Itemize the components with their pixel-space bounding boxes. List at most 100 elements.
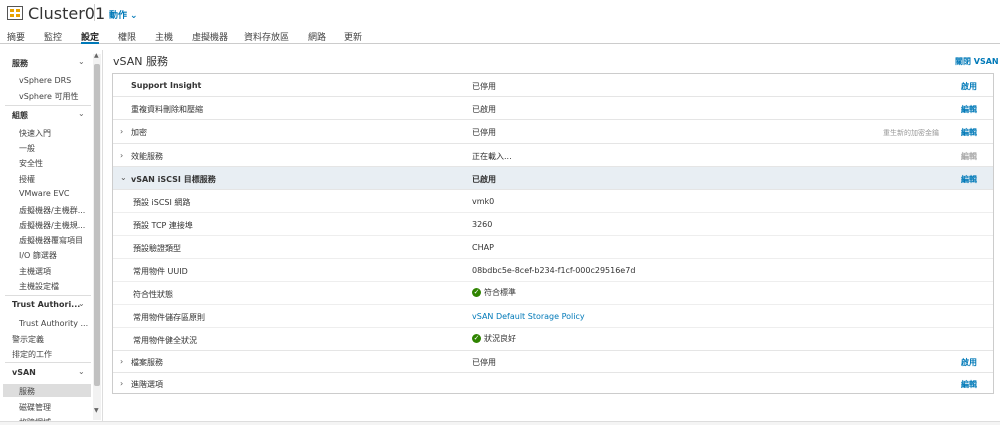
sidebar-item-disk-management[interactable]: 磁碟管理 [19, 402, 51, 413]
header-divider [94, 4, 95, 21]
scroll-down-icon[interactable]: ▼ [94, 407, 99, 414]
chevron-right-icon[interactable]: › [120, 379, 123, 388]
rekey-hint[interactable]: 重生新的加密金鑰 [883, 128, 939, 138]
sidebar-item-vm-host-rules[interactable]: 虛擬機器/主機規... [19, 220, 85, 231]
row-name: vSAN iSCSI 目標服務 [131, 175, 216, 184]
chevron-down-icon[interactable]: ⌄ [120, 173, 127, 182]
storage-policy-link[interactable]: vSAN Default Storage Policy [472, 312, 585, 321]
chevron-down-icon[interactable]: ⌄ [78, 57, 85, 66]
chevron-down-icon[interactable]: ⌄ [78, 299, 85, 308]
detail-label: 符合性狀態 [133, 290, 173, 299]
sidebar-item-host-profile[interactable]: 主機設定檔 [19, 281, 59, 292]
table-row: 重複資料刪除和壓縮 已啟用 編輯 [113, 97, 993, 120]
detail-row: 預設驗證類型 CHAP [113, 236, 993, 259]
sidebar-group-trust-authority[interactable]: Trust Authori... [12, 300, 80, 309]
detail-row: 預設 TCP 連接埠 3260 [113, 213, 993, 236]
row-status: 正在載入... [472, 152, 512, 161]
enable-button[interactable]: 啟用 [961, 357, 977, 368]
sidebar-item-scheduled-tasks[interactable]: 排定的工作 [12, 349, 52, 360]
edit-button[interactable]: 編輯 [961, 174, 977, 185]
edit-button[interactable]: 編輯 [961, 379, 977, 390]
sidebar-divider [5, 295, 91, 296]
sidebar-item-io-filters[interactable]: I/O 篩選器 [19, 250, 57, 261]
cluster-icon [7, 6, 23, 20]
vsan-services-table: Support Insight 已停用 啟用 重複資料刪除和壓縮 已啟用 編輯 … [112, 73, 994, 394]
table-row: › 檔案服務 已停用 啟用 [113, 351, 993, 373]
table-row: › 加密 已停用 重生新的加密金鑰 編輯 [113, 120, 993, 144]
table-row: › 進階選項 編輯 [113, 373, 993, 394]
sidebar-item-trust-authority[interactable]: Trust Authority ... [19, 319, 88, 328]
check-circle-icon: ✓ [472, 334, 481, 343]
enable-button[interactable]: 啟用 [961, 81, 977, 92]
tab-monitor[interactable]: 監控 [44, 30, 62, 44]
detail-value: CHAP [472, 243, 494, 252]
detail-row: 符合性狀態 ✓ 符合標準 [113, 282, 993, 305]
detail-row: 常用物件健全狀況 ✓ 狀況良好 [113, 328, 993, 351]
tab-summary[interactable]: 摘要 [7, 30, 25, 44]
detail-value: ✓ 狀況良好 [472, 333, 516, 344]
chevron-right-icon[interactable]: › [120, 357, 123, 366]
sidebar-group-configuration[interactable]: 組態 [12, 110, 28, 121]
sidebar-divider [5, 105, 91, 106]
sidebar-scrollbar[interactable] [93, 54, 101, 420]
sidebar-item-host-options[interactable]: 主機選項 [19, 266, 51, 277]
detail-row: 常用物件儲存區原則 vSAN Default Storage Policy [113, 305, 993, 328]
detail-label: 預設 iSCSI 網路 [133, 198, 191, 207]
tab-networks[interactable]: 網路 [308, 30, 326, 44]
table-row: Support Insight 已停用 啟用 [113, 74, 993, 97]
scrollbar-thumb[interactable] [94, 64, 100, 386]
chevron-down-icon: ⌄ [130, 11, 138, 21]
edit-button-disabled: 編輯 [961, 152, 977, 161]
detail-value: vmk0 [472, 197, 495, 206]
sidebar-item-vsan-services[interactable]: 服務 [19, 386, 35, 397]
check-circle-icon: ✓ [472, 288, 481, 297]
sidebar-item-ha[interactable]: vSphere 可用性 [19, 91, 78, 102]
sidebar-group-vsan[interactable]: vSAN [12, 368, 36, 377]
detail-row: 預設 iSCSI 網路 vmk0 [113, 190, 993, 213]
sidebar-item-evc[interactable]: VMware EVC [19, 189, 70, 198]
tab-configure[interactable]: 設定 [81, 30, 100, 44]
row-status: 已停用 [472, 82, 496, 91]
edit-button[interactable]: 編輯 [961, 104, 977, 115]
bottom-panel-edge [0, 421, 1000, 425]
sidebar-item-drs[interactable]: vSphere DRS [19, 76, 71, 85]
detail-label: 常用物件 UUID [133, 267, 188, 276]
tab-bar: 摘要 監控 設定 權限 主機 虛擬機器 資料存放區 網路 更新 [0, 29, 1000, 44]
tab-vms[interactable]: 虛擬機器 [192, 30, 228, 44]
chevron-right-icon[interactable]: › [120, 151, 123, 160]
table-row: › 效能服務 正在載入... 編輯 [113, 144, 993, 167]
sidebar-item-security[interactable]: 安全性 [19, 158, 43, 169]
actions-menu-button[interactable]: 動作 ⌄ [109, 8, 138, 21]
tab-datastores[interactable]: 資料存放區 [244, 30, 289, 44]
row-status: 已啟用 [472, 105, 496, 114]
sidebar-item-alarm-definitions[interactable]: 警示定義 [12, 334, 44, 345]
sidebar-item-vm-overrides[interactable]: 虛擬機器覆寫項目 [19, 235, 83, 246]
turn-off-vsan-link[interactable]: 關閉 VSAN [955, 56, 999, 67]
tab-hosts[interactable]: 主機 [155, 30, 173, 44]
row-status: 已停用 [472, 128, 496, 137]
scroll-up-icon[interactable]: ▲ [94, 52, 99, 59]
sidebar-group-services[interactable]: 服務 [12, 58, 28, 69]
chevron-down-icon[interactable]: ⌄ [78, 109, 85, 118]
chevron-right-icon[interactable]: › [120, 127, 123, 136]
row-name: Support Insight [131, 81, 202, 90]
tab-updates[interactable]: 更新 [344, 30, 362, 44]
sidebar-item-general[interactable]: 一般 [19, 143, 35, 154]
table-row-expanded: ⌄ vSAN iSCSI 目標服務 已啟用 編輯 [113, 167, 993, 190]
detail-value: 08bdbc5e-8cef-b234-f1cf-000c29516e7d [472, 266, 636, 275]
header-bar: Cluster01 動作 ⌄ [0, 0, 1000, 27]
detail-label: 常用物件儲存區原則 [133, 313, 205, 322]
chevron-down-icon[interactable]: ⌄ [78, 367, 85, 376]
sidebar-item-licensing[interactable]: 授權 [19, 174, 35, 185]
sidebar-divider [5, 362, 91, 363]
sidebar-item-quickstart[interactable]: 快速入門 [19, 128, 51, 139]
edit-button[interactable]: 編輯 [961, 127, 977, 138]
detail-value: 3260 [472, 220, 493, 229]
sidebar-item-vm-host-groups[interactable]: 虛擬機器/主機群... [19, 205, 85, 216]
settings-sidebar: 服務 ⌄ vSphere DRS vSphere 可用性 組態 ⌄ 快速入門 一… [0, 50, 103, 425]
tab-permissions[interactable]: 權限 [118, 30, 136, 44]
row-status: 已啟用 [472, 175, 496, 184]
detail-row: 常用物件 UUID 08bdbc5e-8cef-b234-f1cf-000c29… [113, 259, 993, 282]
row-status: 已停用 [472, 358, 496, 367]
row-name: 效能服務 [131, 152, 163, 161]
